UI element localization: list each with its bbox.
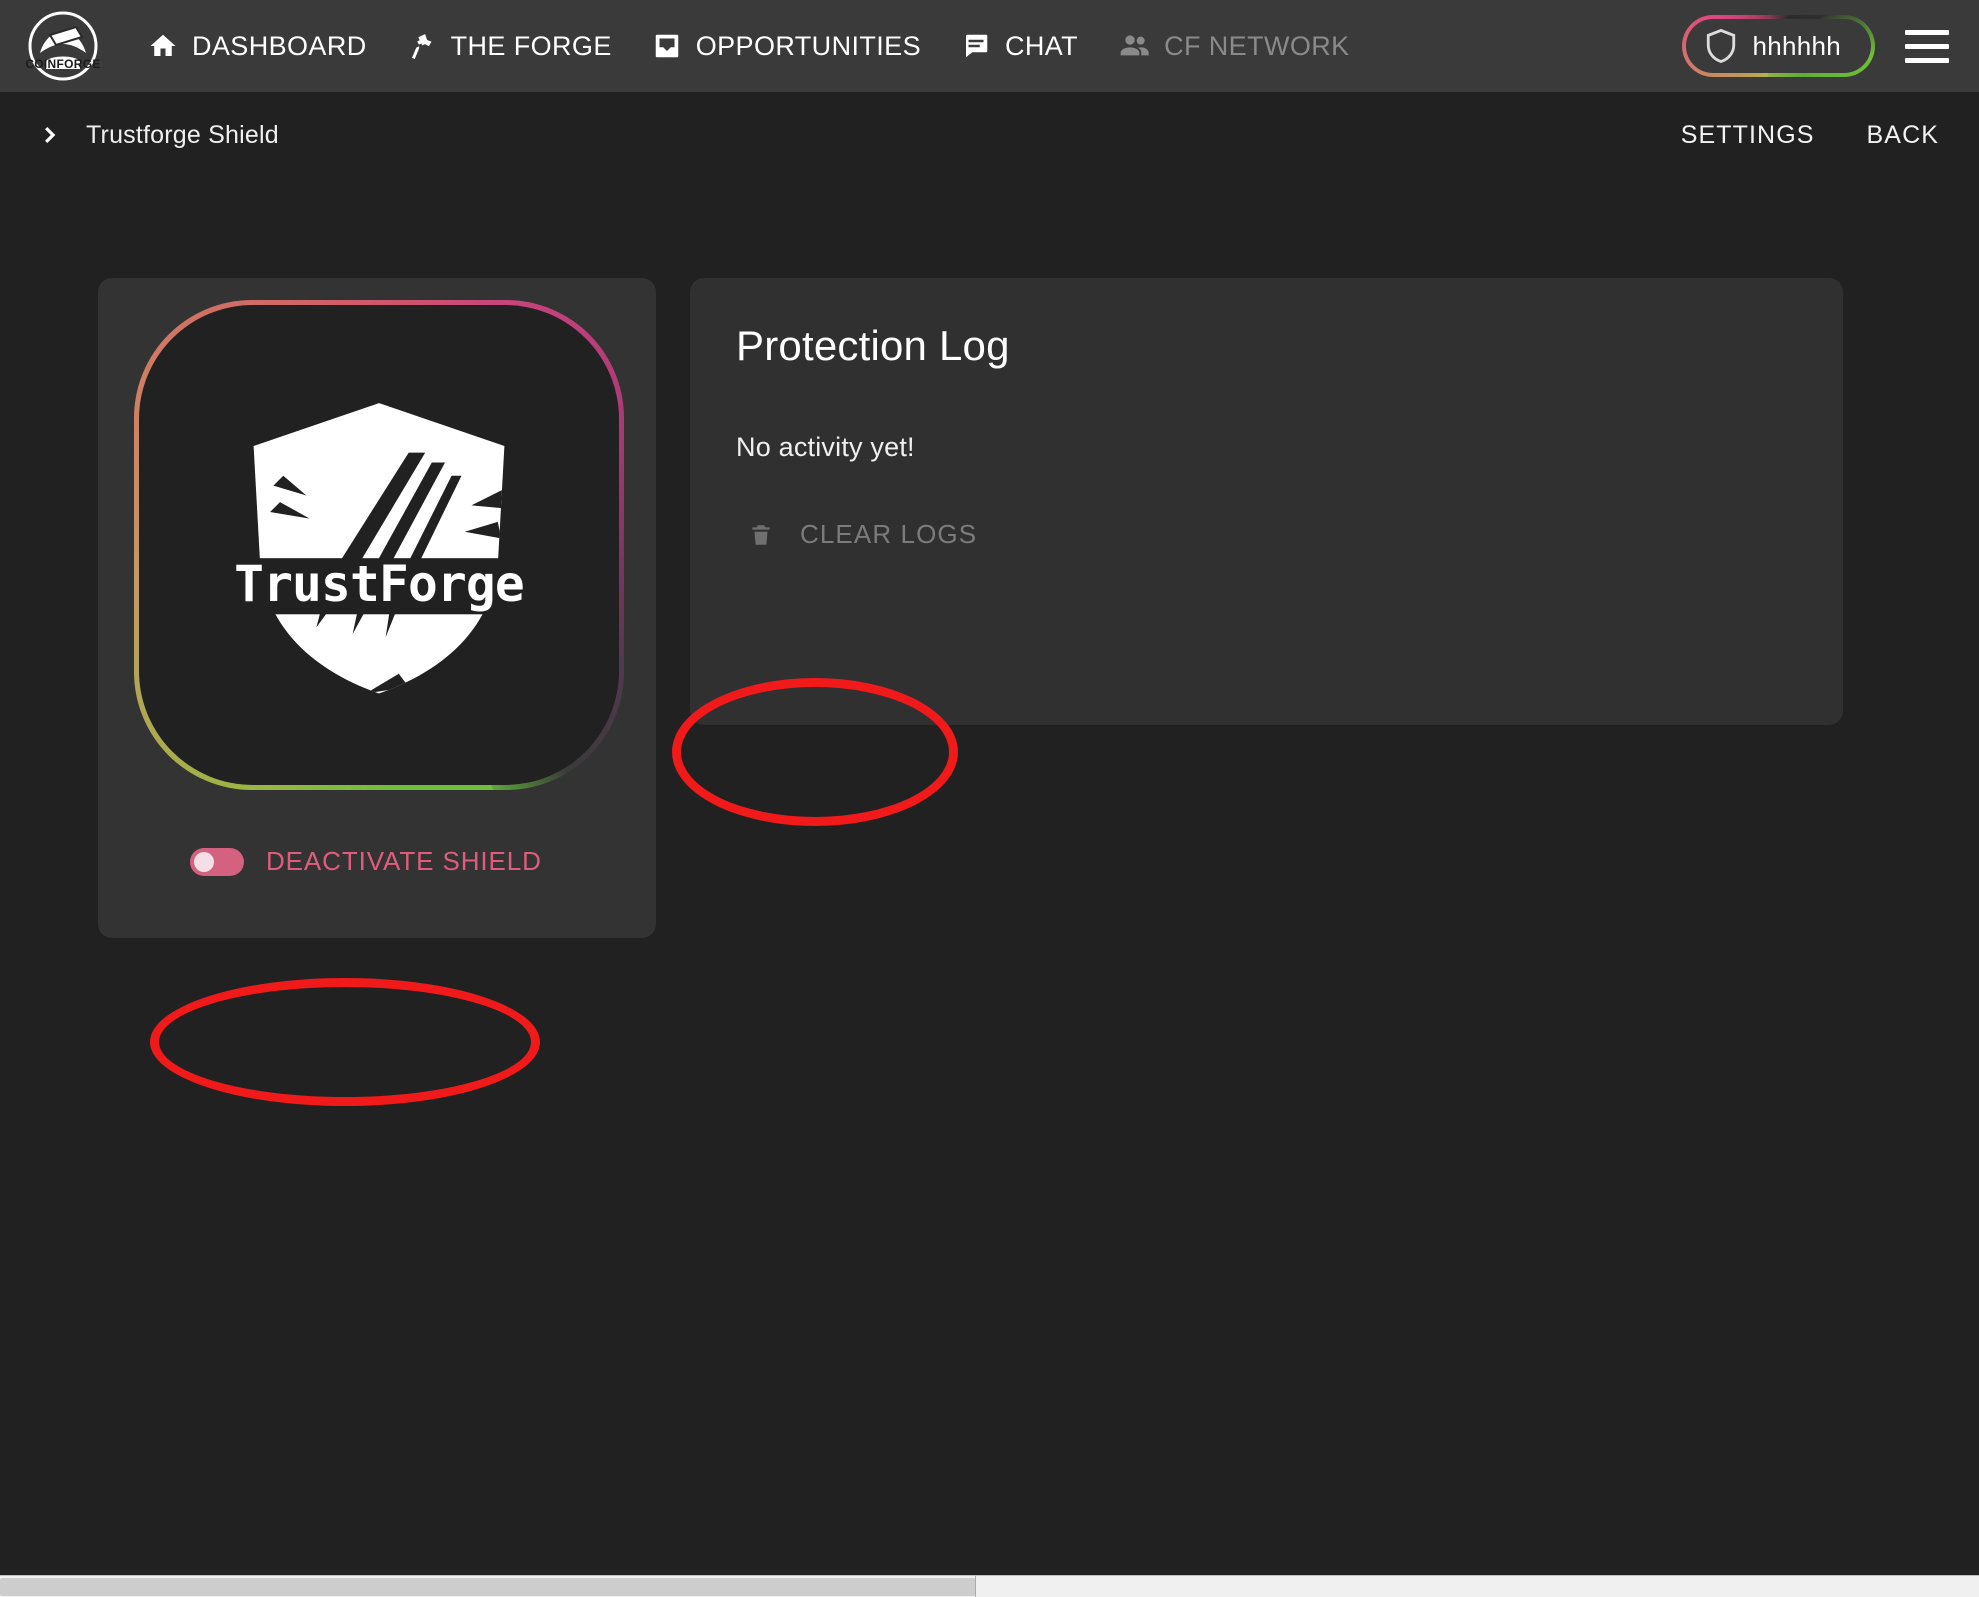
settings-button[interactable]: SETTINGS	[1671, 113, 1825, 158]
clear-logs-button[interactable]: CLEAR LOGS	[736, 507, 997, 562]
breadcrumb-actions: SETTINGS BACK	[1671, 113, 1949, 158]
shield-status-ring: TrustForge	[134, 300, 624, 790]
toggle-switch-off[interactable]	[190, 847, 244, 876]
svg-text:TrustForge: TrustForge	[234, 555, 524, 613]
trash-icon	[748, 520, 774, 550]
home-icon	[148, 31, 178, 61]
scrollbar-divider	[975, 1576, 976, 1597]
horizontal-scrollbar[interactable]	[0, 1575, 1979, 1597]
protection-log-empty-message: No activity yet!	[736, 432, 915, 462]
nav-item-chat[interactable]: CHAT	[941, 21, 1098, 72]
hamburger-bar	[1905, 43, 1949, 49]
nav-item-label: DASHBOARD	[192, 30, 367, 61]
back-button[interactable]: BACK	[1857, 113, 1949, 158]
hamburger-bar	[1905, 57, 1949, 63]
trustforge-shield-card: TrustForge DEACTIVATE SHIELD	[98, 278, 656, 938]
deactivate-shield-toggle[interactable]: DEACTIVATE SHIELD	[190, 846, 542, 877]
primary-nav-items: DASHBOARD THE FORGE OPPORTUNITIES CHAT C…	[128, 20, 1370, 72]
horizontal-scrollbar-thumb[interactable]	[0, 1578, 975, 1596]
breadcrumb-label: Trustforge Shield	[86, 120, 279, 149]
nav-item-the-forge[interactable]: THE FORGE	[387, 21, 632, 72]
hamburger-menu-icon[interactable]	[1905, 29, 1949, 63]
deactivate-shield-label: DEACTIVATE SHIELD	[266, 846, 542, 876]
hammer-icon	[407, 31, 437, 61]
protection-log-panel: Protection Log No activity yet! CLEAR LO…	[690, 278, 1843, 725]
chat-bubble-icon	[961, 31, 991, 61]
nav-item-label: THE FORGE	[450, 30, 612, 61]
breadcrumb-bar: Trustforge Shield SETTINGS BACK	[0, 92, 1979, 178]
nav-item-label: CHAT	[1004, 30, 1079, 61]
svg-text:COINFORGE: COINFORGE	[26, 57, 100, 71]
coinforge-anvil-logo[interactable]: COINFORGE	[26, 9, 100, 83]
chevron-right-icon	[38, 120, 64, 150]
nav-item-cf-network[interactable]: CF NETWORK	[1098, 20, 1370, 72]
hamburger-bar	[1905, 29, 1949, 35]
deactivate-shield-highlight-annotation	[150, 978, 540, 1106]
nav-item-label: OPPORTUNITIES	[695, 30, 921, 61]
people-icon	[1118, 30, 1150, 62]
clear-logs-label: CLEAR LOGS	[800, 519, 978, 549]
main-content: TrustForge DEACTIVATE SHIELD Protection …	[0, 178, 1979, 1597]
trustforge-shield-logo-button[interactable]: TrustForge	[139, 305, 619, 785]
nav-item-dashboard[interactable]: DASHBOARD	[128, 21, 387, 72]
user-profile-badge[interactable]: hhhhhh	[1682, 15, 1875, 77]
user-name-label: hhhhhh	[1752, 30, 1841, 61]
shield-icon	[1704, 27, 1738, 65]
top-navigation-bar: COINFORGE DASHBOARD THE FORGE OPPORTUNIT…	[0, 0, 1979, 92]
topbar-right-group: hhhhhh	[1682, 15, 1957, 77]
breadcrumb[interactable]: Trustforge Shield	[38, 120, 279, 150]
nav-item-label: CF NETWORK	[1164, 30, 1350, 61]
user-profile-badge-inner: hhhhhh	[1686, 19, 1871, 73]
protection-log-title: Protection Log	[736, 322, 1010, 369]
nav-item-opportunities[interactable]: OPPORTUNITIES	[632, 21, 941, 72]
inbox-icon	[652, 31, 682, 61]
app-root: COINFORGE DASHBOARD THE FORGE OPPORTUNIT…	[0, 0, 1979, 1597]
trustforge-shield-logo: TrustForge	[234, 403, 525, 694]
